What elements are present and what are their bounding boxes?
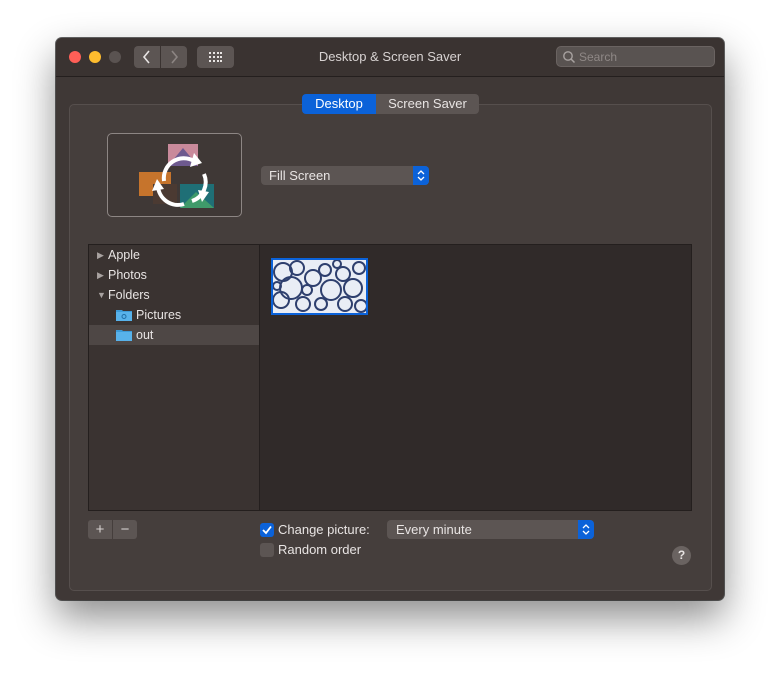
select-stepper-icon bbox=[413, 166, 429, 185]
random-order-label: Random order bbox=[278, 542, 362, 557]
random-order-checkbox[interactable] bbox=[260, 543, 274, 557]
change-picture-checkbox[interactable] bbox=[260, 523, 274, 537]
preferences-window: Desktop & Screen Saver Desktop Screen Sa… bbox=[56, 38, 724, 600]
search-field[interactable] bbox=[556, 46, 715, 67]
wallpaper-thumbnail[interactable] bbox=[271, 258, 368, 315]
change-picture-label: Change picture: bbox=[278, 522, 370, 537]
sidebar-item-apple[interactable]: ▶ Apple bbox=[89, 245, 259, 265]
disclosure-down-icon[interactable]: ▼ bbox=[97, 285, 106, 305]
tab-screen-saver[interactable]: Screen Saver bbox=[376, 94, 479, 114]
search-input[interactable] bbox=[579, 48, 709, 65]
title-bar: Desktop & Screen Saver bbox=[56, 38, 724, 77]
help-button[interactable]: ? bbox=[672, 546, 691, 565]
add-remove-control: + − bbox=[88, 520, 138, 539]
rotating-pictures-icon bbox=[139, 144, 214, 208]
interval-select[interactable]: Every minute bbox=[387, 520, 594, 539]
sidebar-item-pictures[interactable]: Pictures bbox=[89, 305, 259, 325]
fill-mode-value: Fill Screen bbox=[269, 168, 331, 183]
desktop-preview bbox=[107, 133, 242, 217]
fill-mode-select[interactable]: Fill Screen bbox=[261, 166, 429, 185]
sidebar-item-photos[interactable]: ▶ Photos bbox=[89, 265, 259, 285]
tab-desktop[interactable]: Desktop bbox=[302, 94, 376, 114]
disclosure-right-icon[interactable]: ▶ bbox=[97, 265, 104, 285]
interval-value: Every minute bbox=[396, 522, 472, 537]
disclosure-right-icon[interactable]: ▶ bbox=[97, 245, 104, 265]
select-stepper-icon bbox=[578, 520, 594, 539]
circles-wallpaper-image bbox=[273, 260, 366, 313]
pictures-folder-icon bbox=[116, 310, 132, 321]
sidebar-item-folders[interactable]: ▼ Folders bbox=[89, 285, 259, 305]
search-icon bbox=[563, 51, 576, 64]
checkmark-icon bbox=[262, 525, 272, 535]
add-folder-button[interactable]: + bbox=[88, 520, 112, 539]
source-list: ▶ Apple ▶ Photos ▼ Folders Pictures out bbox=[88, 244, 260, 511]
remove-folder-button[interactable]: − bbox=[113, 520, 137, 539]
sidebar-item-out[interactable]: out bbox=[89, 325, 259, 345]
folder-icon bbox=[116, 330, 132, 341]
picture-gallery bbox=[260, 244, 692, 511]
